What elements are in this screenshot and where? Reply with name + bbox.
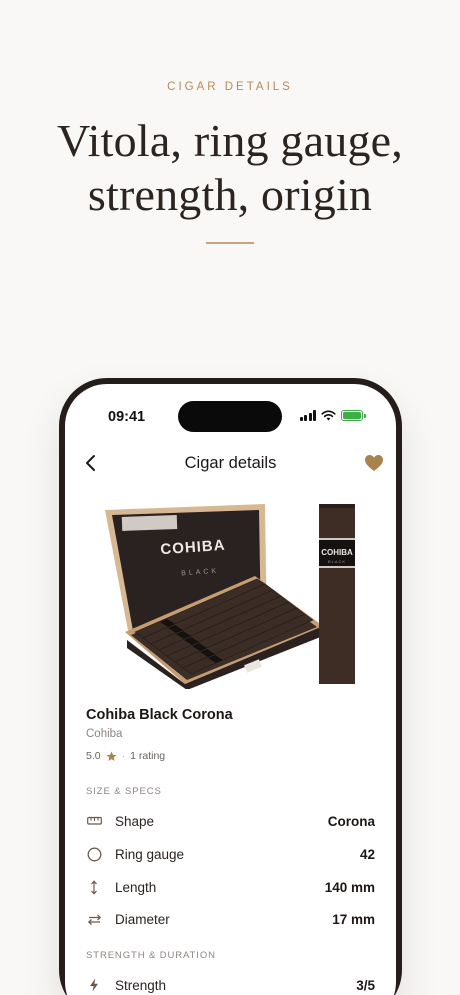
headline-line-2: strength, origin xyxy=(87,169,373,220)
page: CIGAR DETAILS Vitola, ring gauge, streng… xyxy=(0,0,460,995)
headline: Vitola, ring gauge, strength, origin xyxy=(0,114,460,222)
spec-value-ring-gauge: 42 xyxy=(359,846,375,862)
spec-row-shape: Shape Corona xyxy=(86,810,375,832)
rating-row: 5.0 · 1 rating xyxy=(86,750,165,762)
rating-value: 5.0 xyxy=(86,750,101,762)
cellular-signal-icon xyxy=(299,410,316,421)
spec-label-shape: Shape xyxy=(115,813,155,829)
spec-label-diameter: Diameter xyxy=(115,911,170,927)
vertical-arrows-icon xyxy=(86,879,102,895)
eyebrow-label: CIGAR DETAILS xyxy=(167,81,293,93)
nav-title: Cigar details xyxy=(184,454,277,472)
horizontal-arrows-icon xyxy=(86,911,102,927)
star-icon xyxy=(106,751,117,761)
wifi-icon xyxy=(321,410,336,421)
rating-separator: · xyxy=(121,750,126,762)
headline-line-1: Vitola, ring gauge, xyxy=(57,115,403,166)
spec-label-strength: Strength xyxy=(115,977,167,993)
battery-icon xyxy=(341,410,366,421)
phone-frame: 09:41 Cigar details COHIBA BLACK COHIBA … xyxy=(59,378,402,995)
spec-row-ring-gauge: Ring gauge 42 xyxy=(86,843,375,865)
spec-value-strength: 3/5 xyxy=(356,977,375,993)
section-label-size-specs: SIZE & SPECS xyxy=(86,786,162,797)
spec-row-strength: Strength 3/5 xyxy=(86,974,375,995)
heart-icon[interactable] xyxy=(364,454,384,472)
status-icons xyxy=(299,410,366,421)
rating-count[interactable]: 1 rating xyxy=(130,750,165,762)
spec-row-diameter: Diameter 17 mm xyxy=(86,908,375,930)
cigar-name: Cohiba Black Corona xyxy=(86,707,233,723)
cigar-brand: Cohiba xyxy=(86,728,123,740)
status-time: 09:41 xyxy=(108,409,146,425)
spec-value-diameter: 17 mm xyxy=(332,911,375,927)
bolt-icon xyxy=(86,977,102,993)
divider xyxy=(206,242,254,244)
spec-label-length: Length xyxy=(115,879,157,895)
dynamic-island xyxy=(178,401,282,432)
spec-value-shape: Corona xyxy=(327,813,375,829)
ruler-icon xyxy=(86,813,102,829)
spec-row-length: Length 140 mm xyxy=(86,876,375,898)
spec-label-ring-gauge: Ring gauge xyxy=(115,846,185,862)
spec-value-length: 140 mm xyxy=(324,879,375,895)
phone-screen: 09:41 Cigar details COHIBA BLACK COHIBA … xyxy=(65,384,396,995)
band-line-text: BLACK xyxy=(328,559,346,564)
section-label-strength-duration: STRENGTH & DURATION xyxy=(86,950,216,961)
circle-icon xyxy=(86,846,102,862)
band-brand-text: COHIBA xyxy=(321,548,353,557)
cigar-product-image: COHIBA BLACK COHIBA BLACK xyxy=(105,504,355,689)
